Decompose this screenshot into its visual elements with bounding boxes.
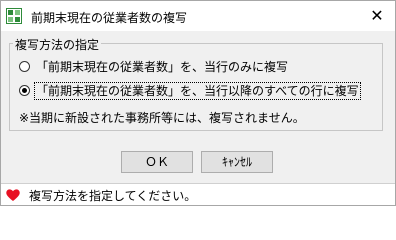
app-icon [6, 8, 22, 24]
status-message: 複写方法を指定してください。 [29, 189, 197, 203]
copy-employee-count-dialog: 前期末現在の従業者数の複写 ✕ 複写方法の指定 「前期末現在の従業者数」を、当行… [0, 0, 396, 206]
ok-button[interactable]: ＯＫ [121, 151, 193, 173]
radio-label[interactable]: 「前期末現在の従業者数」を、当行以降のすべての行に複写 [34, 82, 361, 100]
note-text: ※当期に新設された事務所等には、複写されません。 [19, 111, 305, 125]
heart-icon [5, 187, 21, 203]
status-bar: 複写方法を指定してください。 [1, 183, 395, 205]
radio-label[interactable]: 「前期末現在の従業者数」を、当行のみに複写 [35, 59, 289, 75]
title-bar[interactable]: 前期末現在の従業者数の複写 ✕ [1, 1, 395, 31]
radio-button-selected[interactable] [19, 85, 30, 96]
window-title: 前期末現在の従業者数の複写 [31, 11, 188, 25]
close-button[interactable]: ✕ [365, 5, 389, 27]
cancel-button[interactable]: ｷｬﾝｾﾙ [201, 151, 273, 173]
group-legend: 複写方法の指定 [13, 36, 102, 53]
radio-button[interactable] [19, 61, 30, 72]
